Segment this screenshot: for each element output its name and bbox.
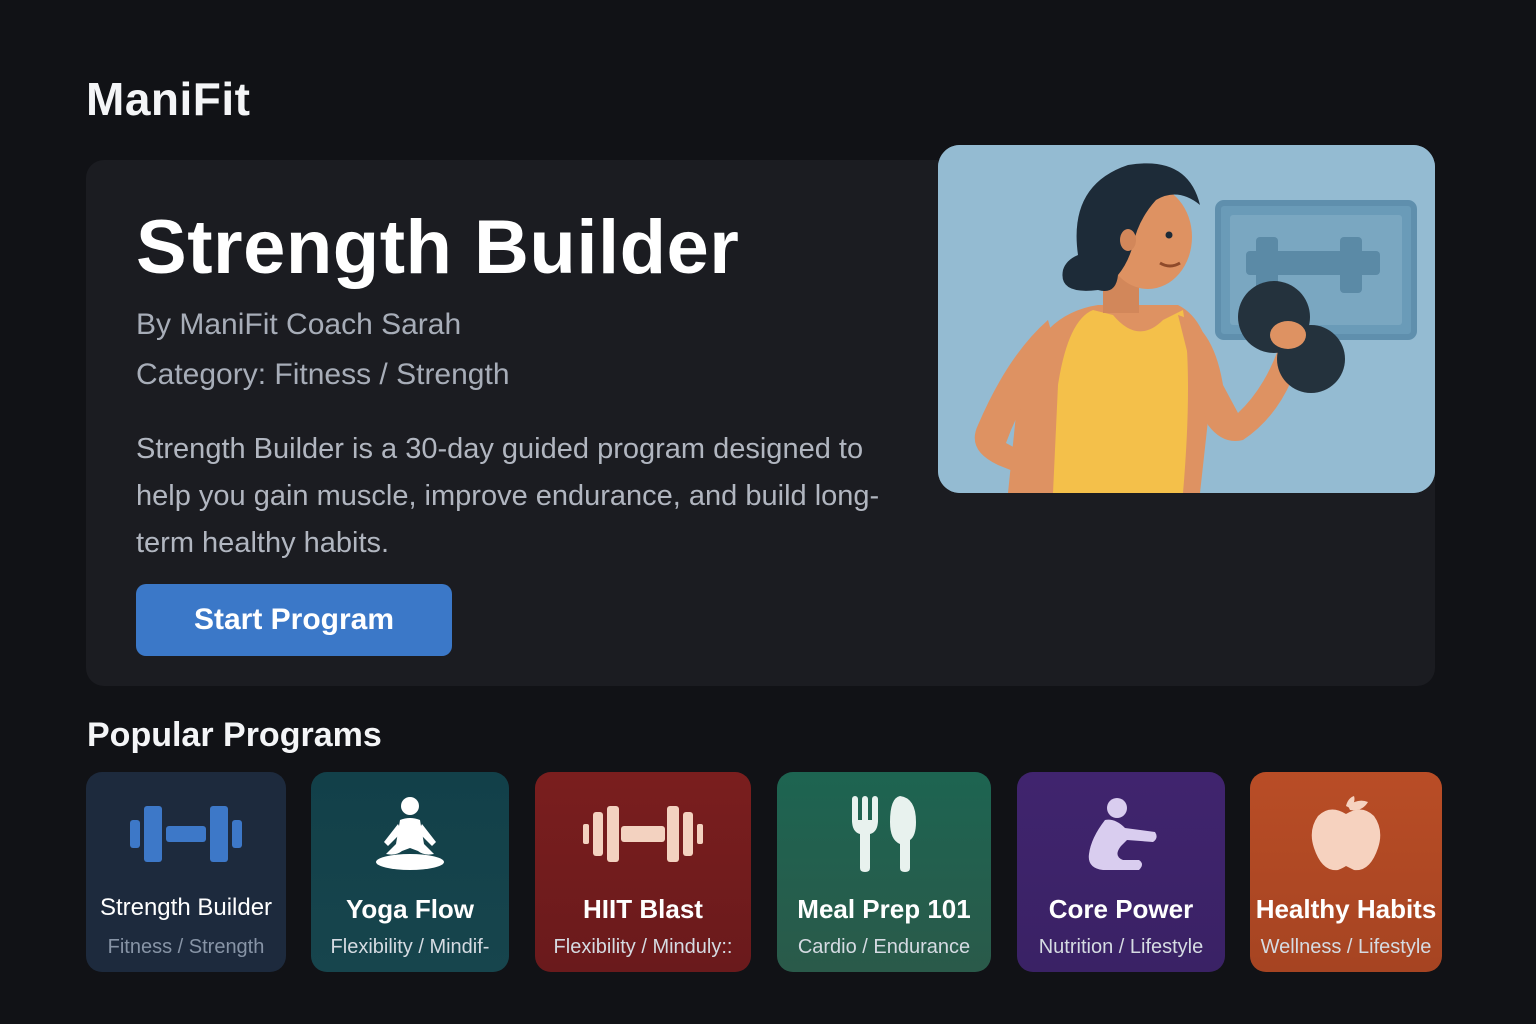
program-author: By ManiFit Coach Sarah xyxy=(136,308,462,341)
program-card-yoga-flow[interactable]: Yoga Flow Flexibility / Mindif- xyxy=(311,772,509,972)
program-card-category: Wellness / Lifestyle xyxy=(1260,936,1432,958)
program-card-name: Core Power xyxy=(1048,894,1194,924)
program-card-name: Strength Builder xyxy=(99,894,273,921)
program-card-name: Yoga Flow xyxy=(345,894,475,924)
program-category: Category: Fitness / Strength xyxy=(136,358,510,391)
program-card-healthy-habits[interactable]: Healthy Habits Wellness / Lifestyle xyxy=(1250,772,1442,972)
program-card-strength-builder[interactable]: Strength Builder Fitness / Strength xyxy=(86,772,286,972)
program-card-core-power[interactable]: Core Power Nutrition / Lifestyle xyxy=(1017,772,1225,972)
app-title: ManiFit xyxy=(86,73,251,125)
popular-programs-heading: Popular Programs xyxy=(87,716,382,754)
stretching-person-icon xyxy=(1017,794,1225,874)
program-card-name: Healthy Habits xyxy=(1255,894,1437,924)
dumbbell-icon xyxy=(86,794,286,874)
program-card-category: Nutrition / Lifestyle xyxy=(1038,936,1204,958)
meditation-icon xyxy=(311,794,509,874)
program-card-category: Cardio / Endurance xyxy=(797,936,971,958)
woman-lifting-dumbbell-illustration xyxy=(938,145,1435,493)
program-card-name: Meal Prep 101 xyxy=(797,894,971,924)
program-card-category: Flexibility / Minduly:: xyxy=(553,936,733,958)
barbell-icon xyxy=(535,794,751,874)
program-description: Strength Builder is a 30-day guided prog… xyxy=(136,433,880,559)
program-card-category: Flexibility / Mindif- xyxy=(330,936,490,958)
apple-icon xyxy=(1250,794,1442,874)
start-program-button[interactable]: Start Program xyxy=(136,584,452,656)
program-card-category: Fitness / Strength xyxy=(107,936,265,958)
program-card-meal-prep-101[interactable]: Meal Prep 101 Cardio / Endurance xyxy=(777,772,991,972)
fork-spoon-icon xyxy=(777,794,991,874)
program-card-hiit-blast[interactable]: HIIT Blast Flexibility / Minduly:: xyxy=(535,772,751,972)
program-card-name: HIIT Blast xyxy=(583,894,703,924)
program-title: Strength Builder xyxy=(136,205,740,290)
